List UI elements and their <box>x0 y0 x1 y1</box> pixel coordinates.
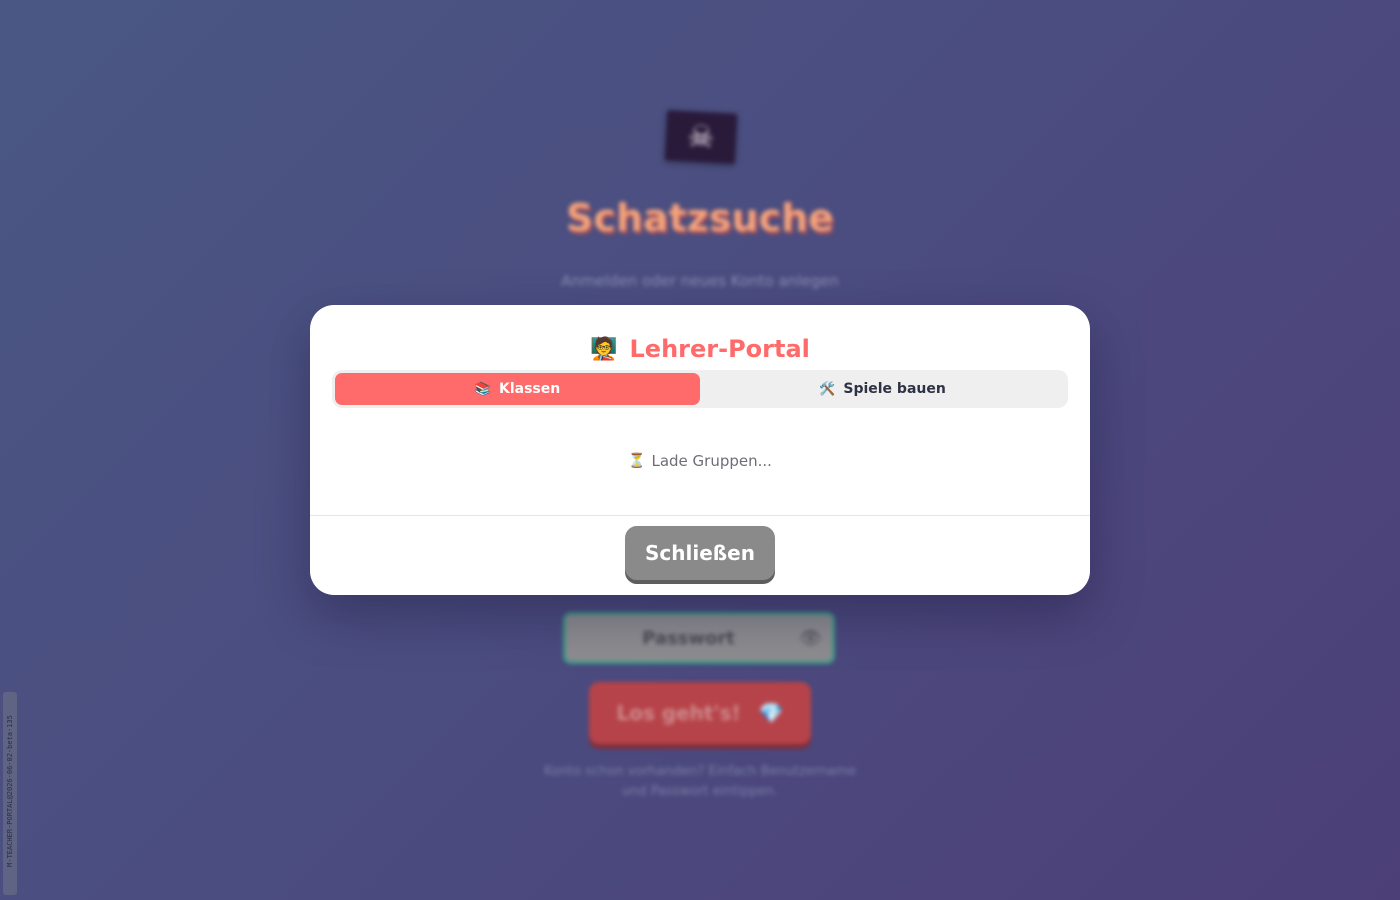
version-tag-text: M-TEACHER-PORTAL@2026-06-02-beta-135 <box>6 715 14 867</box>
gem-icon: 💎 <box>758 701 784 725</box>
app-title: Schatzsuche <box>566 196 834 240</box>
loading-text: Lade Gruppen... <box>651 452 772 470</box>
hourglass-icon: ⏳ <box>628 453 646 469</box>
login-hint: Konto schon vorhanden? Einfach Benutzern… <box>544 764 856 799</box>
login-button-label: Los geht's! <box>616 701 741 725</box>
eye-icon[interactable]: 👁 <box>799 628 822 649</box>
teacher-icon: 🧑‍🏫 <box>590 336 618 362</box>
login-button[interactable]: Los geht's! 💎 <box>589 682 811 744</box>
tab-spiele-bauen-label: Spiele bauen <box>843 381 946 397</box>
close-button[interactable]: Schließen <box>625 526 775 580</box>
pirate-flag-icon: ☠ <box>664 110 738 164</box>
books-icon: 📚 <box>474 381 491 397</box>
password-field[interactable]: Passwort 👁 <box>563 612 835 664</box>
modal-divider <box>310 515 1090 516</box>
password-placeholder: Passwort <box>642 628 735 649</box>
tools-icon: 🛠️ <box>819 381 836 397</box>
tab-klassen[interactable]: 📚 Klassen <box>335 373 700 405</box>
tab-spiele-bauen[interactable]: 🛠️ Spiele bauen <box>700 373 1065 405</box>
tab-klassen-label: Klassen <box>498 381 561 397</box>
app-subtitle: Anmelden oder neues Konto anlegen <box>561 272 839 290</box>
modal-title: 🧑‍🏫 Lehrer-Portal <box>310 333 1090 365</box>
teacher-portal-modal: 🧑‍🏫 Lehrer-Portal 📚 Klassen 🛠️ Spiele ba… <box>310 305 1090 595</box>
tab-bar: 📚 Klassen 🛠️ Spiele bauen <box>332 370 1068 408</box>
modal-title-text: Lehrer-Portal <box>629 335 810 363</box>
loading-indicator: ⏳ Lade Gruppen... <box>310 451 1090 471</box>
version-tag: M-TEACHER-PORTAL@2026-06-02-beta-135 <box>3 692 17 895</box>
